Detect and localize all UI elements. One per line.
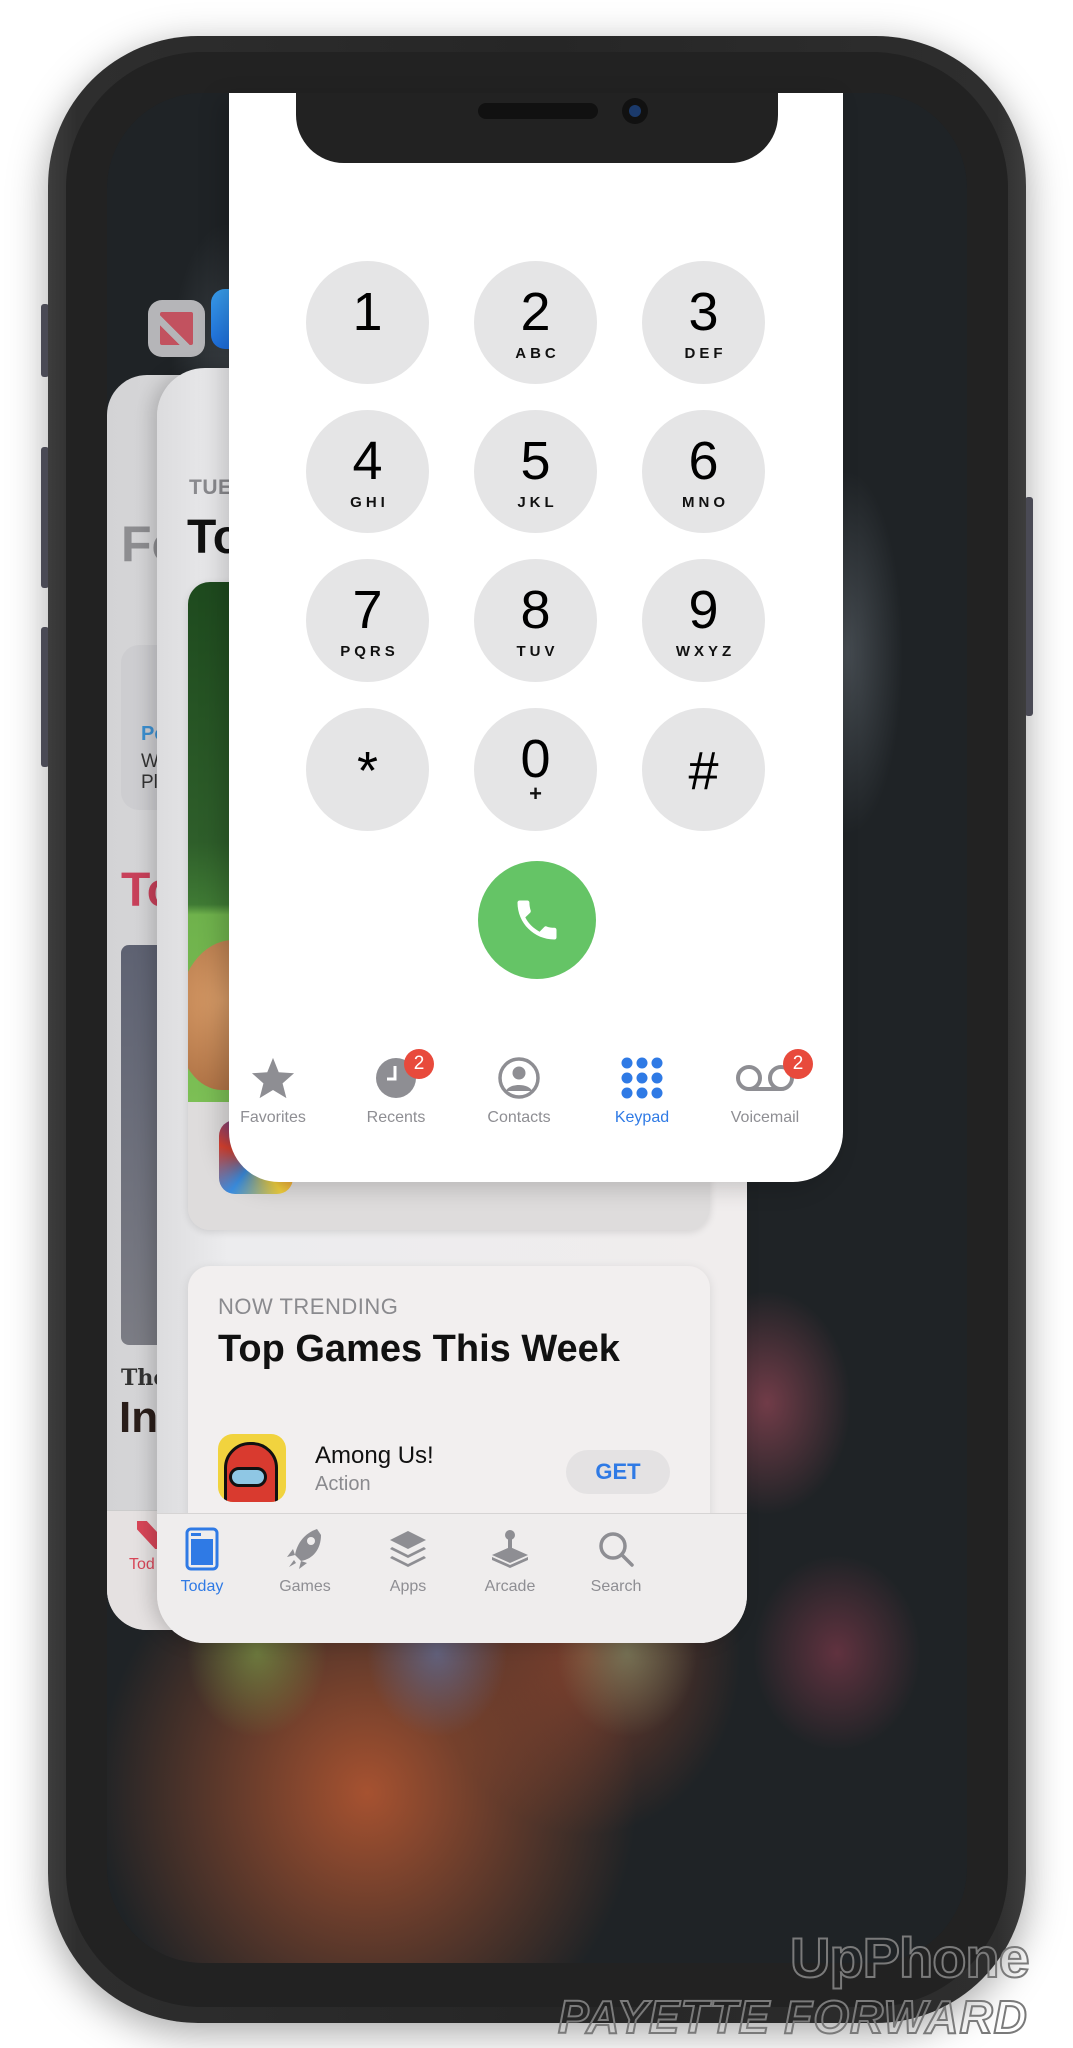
call-button[interactable] — [478, 861, 596, 979]
key-digit: 0 — [520, 729, 551, 789]
game-category: Action — [315, 1473, 371, 1495]
key-0[interactable]: 0 + — [474, 708, 597, 831]
earpiece-speaker — [478, 103, 598, 119]
recents-badge: 2 — [404, 1049, 434, 1079]
key-hash[interactable]: # — [642, 708, 765, 831]
tab-contacts[interactable]: Contacts — [459, 1053, 579, 1127]
key-letters: DEF — [684, 345, 727, 362]
news-tab-label: Tod — [129, 1556, 155, 1573]
watermark-upphone: UpPhone — [789, 1925, 1031, 1990]
contact-icon — [498, 1057, 540, 1099]
news-icon[interactable] — [148, 300, 205, 357]
tab-voicemail[interactable]: 2 Voicemail — [705, 1049, 825, 1127]
get-button[interactable]: GET — [566, 1450, 670, 1494]
tab-label: Search — [590, 1578, 642, 1595]
key-letters: JKL — [517, 494, 558, 511]
tab-apps[interactable]: Apps — [353, 1526, 463, 1596]
tab-label: Apps — [389, 1578, 427, 1595]
tab-label: Contacts — [487, 1109, 551, 1126]
phone-handset-icon — [517, 900, 557, 940]
joystick-icon — [492, 1530, 528, 1568]
key-2[interactable]: 2 ABC — [474, 261, 597, 384]
key-8[interactable]: 8 TUV — [474, 559, 597, 682]
side-button — [1025, 497, 1033, 716]
tab-label: Games — [279, 1578, 331, 1595]
key-letters: MNO — [682, 494, 729, 511]
key-digit: 7 — [352, 580, 383, 640]
key-digit: 8 — [520, 580, 551, 640]
key-digit: 9 — [688, 580, 719, 640]
key-digit: 1 — [352, 282, 383, 342]
app-store-tab-bar: Today Games Apps Arcade Search — [157, 1513, 747, 1643]
key-9[interactable]: 9 WXYZ — [642, 559, 765, 682]
tab-label: Voicemail — [730, 1109, 800, 1126]
promo-line: Pl — [141, 772, 158, 793]
trending-eyebrow: NOW TRENDING — [218, 1294, 399, 1319]
key-digit: 3 — [688, 282, 719, 342]
tab-label: Keypad — [614, 1109, 670, 1126]
tab-today[interactable]: Today — [157, 1526, 257, 1596]
key-3[interactable]: 3 DEF — [642, 261, 765, 384]
key-1[interactable]: 1 — [306, 261, 429, 384]
key-digit: 2 — [520, 282, 551, 342]
key-digit: 6 — [688, 431, 719, 491]
tab-keypad[interactable]: Keypad — [582, 1053, 702, 1127]
key-5[interactable]: 5 JKL — [474, 410, 597, 533]
key-star[interactable]: * — [306, 708, 429, 831]
tab-arcade[interactable]: Arcade — [455, 1526, 565, 1596]
key-7[interactable]: 7 PQRS — [306, 559, 429, 682]
key-digit: 5 — [520, 431, 551, 491]
today-date: TUE — [189, 476, 233, 499]
key-6[interactable]: 6 MNO — [642, 410, 765, 533]
keypad-icon — [621, 1057, 663, 1099]
notch — [296, 93, 778, 163]
watermark-payette-forward: PAYETTE FORWARD — [557, 1990, 1028, 2044]
key-letters: + — [529, 781, 542, 806]
phone-app-card[interactable]: 1 2 ABC 3 DEF 4 GHI 5 JKL 6 MNO 7 PQRS 8 TUV 9 W… — [229, 93, 843, 1182]
front-camera — [622, 98, 648, 124]
key-letters: ABC — [515, 345, 560, 362]
key-letters: TUV — [516, 643, 559, 660]
trending-title: Top Games This Week — [218, 1328, 620, 1370]
tab-label: Arcade — [484, 1578, 536, 1595]
key-letters: GHI — [350, 494, 389, 511]
key-letters: PQRS — [340, 643, 399, 660]
among-us-icon — [218, 1434, 286, 1502]
tab-label: Today — [180, 1578, 224, 1595]
voicemail-badge: 2 — [783, 1049, 813, 1079]
tab-recents[interactable]: 2 Recents — [336, 1049, 456, 1127]
search-icon — [599, 1532, 634, 1567]
rocket-icon — [287, 1529, 321, 1569]
tab-label: Favorites — [240, 1109, 306, 1126]
tab-search[interactable]: Search — [561, 1526, 671, 1596]
key-digit: # — [688, 741, 719, 801]
key-digit: * — [356, 741, 378, 801]
key-digit: 4 — [352, 431, 383, 491]
apps-stack-icon — [390, 1531, 426, 1567]
tab-favorites[interactable]: Favorites — [229, 1053, 333, 1127]
game-name: Among Us! — [315, 1442, 434, 1469]
key-letters: WXYZ — [675, 643, 736, 660]
star-icon — [251, 1057, 295, 1099]
today-icon — [185, 1527, 219, 1571]
tab-games[interactable]: Games — [250, 1526, 360, 1596]
key-4[interactable]: 4 GHI — [306, 410, 429, 533]
tab-label: Recents — [366, 1109, 426, 1126]
